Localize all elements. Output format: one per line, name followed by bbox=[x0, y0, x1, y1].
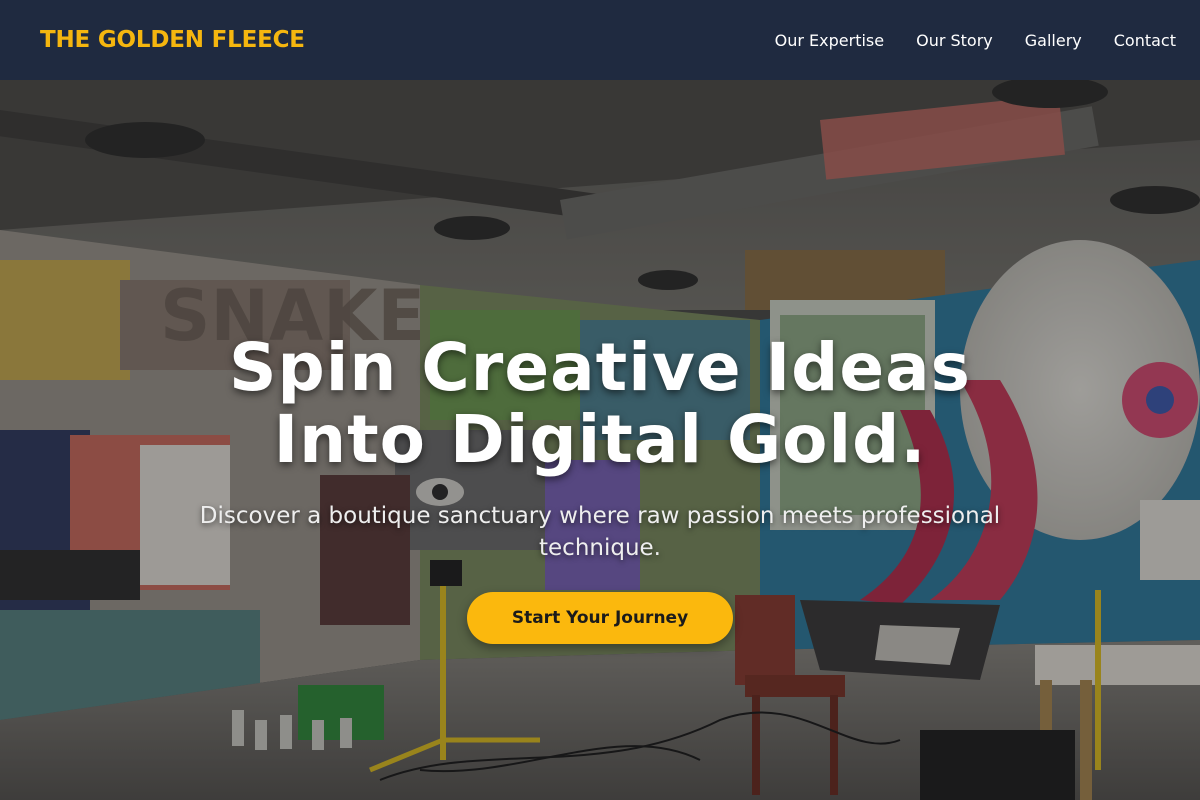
nav-link-gallery[interactable]: Gallery bbox=[1025, 31, 1082, 50]
nav-link-our-story[interactable]: Our Story bbox=[916, 31, 993, 50]
nav-links: Our Expertise Our Story Gallery Contact bbox=[743, 31, 1176, 50]
nav-link-our-expertise[interactable]: Our Expertise bbox=[775, 31, 884, 50]
hero-title-line-2: Into Digital Gold. bbox=[273, 401, 927, 478]
hero-title: Spin Creative Ideas Into Digital Gold. bbox=[0, 332, 1200, 476]
top-navbar: THE GOLDEN FLEECE Our Expertise Our Stor… bbox=[0, 0, 1200, 80]
start-journey-button[interactable]: Start Your Journey bbox=[467, 592, 733, 644]
nav-link-contact[interactable]: Contact bbox=[1114, 31, 1176, 50]
hero-subtitle: Discover a boutique sanctuary where raw … bbox=[199, 503, 1001, 561]
brand-logo[interactable]: THE GOLDEN FLEECE bbox=[40, 27, 305, 53]
hero-section: SNAKE Spin Creative Ideas Into Digital G… bbox=[0, 80, 1200, 800]
hero-title-line-1: Spin Creative Ideas bbox=[229, 329, 971, 406]
hero-content: Spin Creative Ideas Into Digital Gold. D… bbox=[0, 332, 1200, 644]
